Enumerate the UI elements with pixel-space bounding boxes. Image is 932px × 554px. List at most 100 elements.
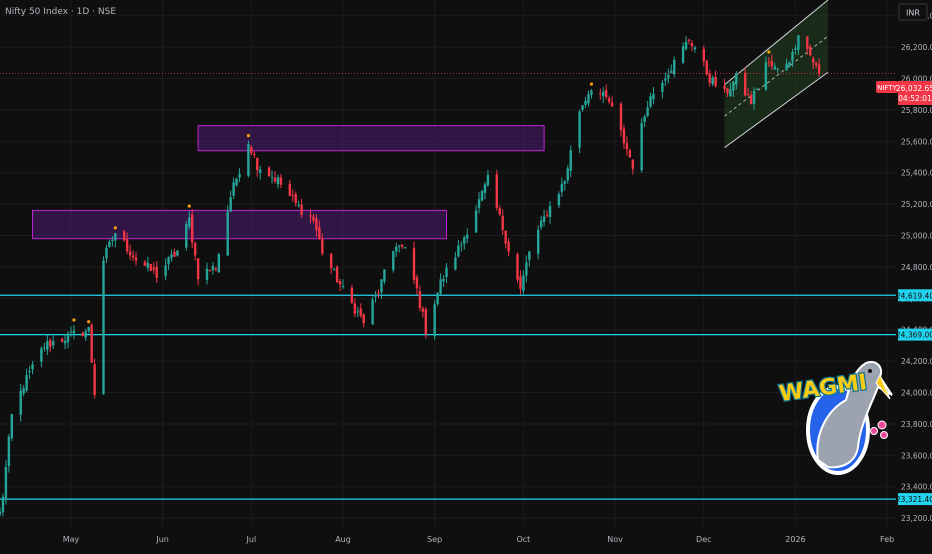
candle-body[interactable] xyxy=(705,60,708,75)
candle-body[interactable] xyxy=(155,266,158,278)
candle-body[interactable] xyxy=(504,230,507,244)
candle-body[interactable] xyxy=(353,303,357,314)
candle-body[interactable] xyxy=(102,260,105,395)
candle-body[interactable] xyxy=(238,174,241,178)
candle-body[interactable] xyxy=(205,268,209,280)
candle-body[interactable] xyxy=(433,304,436,337)
candle-body[interactable] xyxy=(72,330,76,334)
candle-body[interactable] xyxy=(329,253,333,269)
candle-body[interactable] xyxy=(519,276,522,289)
candle-body[interactable] xyxy=(321,238,324,254)
candle-body[interactable] xyxy=(253,153,256,156)
candle-body[interactable] xyxy=(806,36,809,50)
candle-body[interactable] xyxy=(270,176,274,178)
candle-body[interactable] xyxy=(403,247,407,249)
candle-body[interactable] xyxy=(28,371,31,373)
candle-body[interactable] xyxy=(649,96,652,107)
candle-body[interactable] xyxy=(542,216,546,222)
candle-body[interactable] xyxy=(90,324,93,363)
candle-body[interactable] xyxy=(400,244,404,247)
candle-body[interactable] xyxy=(764,62,768,90)
candle-body[interactable] xyxy=(507,241,510,252)
candle-body[interactable] xyxy=(687,39,691,41)
candle-body[interactable] xyxy=(214,268,218,270)
candle-body[interactable] xyxy=(412,248,416,280)
candle-body[interactable] xyxy=(640,122,643,171)
candle-body[interactable] xyxy=(167,257,170,265)
candle-body[interactable] xyxy=(84,331,87,338)
candle-body[interactable] xyxy=(436,292,439,304)
candle-body[interactable] xyxy=(457,245,460,257)
candle-body[interactable] xyxy=(332,268,336,270)
candle-body[interactable] xyxy=(19,390,22,415)
candle-body[interactable] xyxy=(652,93,655,100)
candle-body[interactable] xyxy=(43,347,46,349)
candle-body[interactable] xyxy=(536,229,540,254)
candle-body[interactable] xyxy=(380,279,383,293)
candle-body[interactable] xyxy=(643,116,646,122)
candle-body[interactable] xyxy=(684,41,688,49)
candle-body[interactable] xyxy=(362,314,365,323)
candle-body[interactable] xyxy=(371,299,374,325)
candle-body[interactable] xyxy=(66,333,70,343)
candle-body[interactable] xyxy=(732,81,735,91)
candle-body[interactable] xyxy=(46,341,49,350)
candle-body[interactable] xyxy=(128,251,132,256)
candle-body[interactable] xyxy=(646,107,649,116)
candle-body[interactable] xyxy=(454,257,457,270)
candle-body[interactable] xyxy=(52,341,55,346)
candle-body[interactable] xyxy=(619,103,623,131)
candle-body[interactable] xyxy=(599,93,602,95)
currency-button[interactable]: INR xyxy=(898,3,928,21)
candle-body[interactable] xyxy=(185,223,188,248)
candle-body[interactable] xyxy=(40,348,43,362)
candle-body[interactable] xyxy=(256,157,259,171)
candle-body[interactable] xyxy=(279,177,283,185)
candle-body[interactable] xyxy=(164,265,167,276)
candle-body[interactable] xyxy=(578,111,581,148)
candle-body[interactable] xyxy=(383,269,386,282)
candle-body[interactable] xyxy=(392,251,395,271)
candle-body[interactable] xyxy=(610,102,614,107)
candle-body[interactable] xyxy=(356,311,360,313)
candle-body[interactable] xyxy=(746,94,750,96)
candle-body[interactable] xyxy=(250,147,253,154)
candle-body[interactable] xyxy=(445,267,448,278)
candle-body[interactable] xyxy=(525,262,528,276)
candle-body[interactable] xyxy=(442,279,445,282)
candle-body[interactable] xyxy=(560,183,564,192)
candle-body[interactable] xyxy=(146,262,150,268)
candle-body[interactable] xyxy=(622,128,626,144)
candle-body[interactable] xyxy=(581,105,584,110)
candle-body[interactable] xyxy=(217,254,221,273)
candle-body[interactable] xyxy=(681,46,685,63)
candle-body[interactable] xyxy=(288,183,291,196)
candle-body[interactable] xyxy=(590,90,593,95)
candle-body[interactable] xyxy=(114,233,117,241)
chart-svg[interactable]: 23,200.00 23,400.00 23,600.00 23,800.00 24,0… xyxy=(0,0,932,550)
candle-body[interactable] xyxy=(398,245,401,247)
candle-body[interactable] xyxy=(794,48,797,50)
candle-body[interactable] xyxy=(170,254,173,259)
candle-body[interactable] xyxy=(693,47,697,50)
candle-body[interactable] xyxy=(690,42,694,47)
candle-body[interactable] xyxy=(773,66,776,70)
candle-body[interactable] xyxy=(723,85,726,89)
candle-body[interactable] xyxy=(480,190,484,201)
candle-body[interactable] xyxy=(809,46,812,56)
candle-body[interactable] xyxy=(273,177,277,182)
candle-body[interactable] xyxy=(226,211,229,256)
candle-body[interactable] xyxy=(545,215,549,217)
candle-body[interactable] xyxy=(318,227,321,239)
candle-body[interactable] xyxy=(49,340,52,347)
candle-body[interactable] xyxy=(602,91,605,97)
candle-body[interactable] xyxy=(812,58,815,63)
candle-body[interactable] xyxy=(4,466,8,498)
candle-body[interactable] xyxy=(767,62,771,64)
candle-body[interactable] xyxy=(267,167,271,177)
candle-body[interactable] xyxy=(418,291,422,309)
candle-body[interactable] xyxy=(755,88,759,90)
candle-body[interactable] xyxy=(817,64,821,74)
candle-body[interactable] xyxy=(188,217,191,227)
candle-body[interactable] xyxy=(563,181,567,184)
